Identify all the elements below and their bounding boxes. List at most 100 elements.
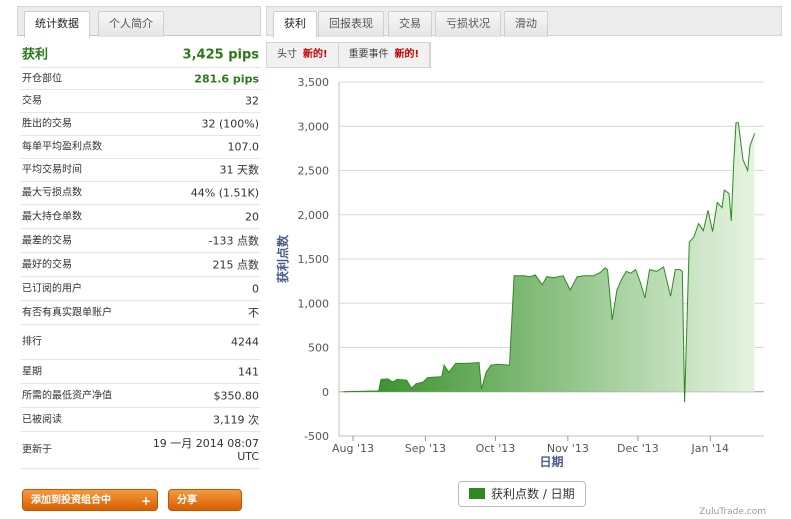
stat-value: 20 bbox=[245, 210, 259, 223]
tab-drawdown[interactable]: 亏损状况 bbox=[435, 11, 501, 37]
y-tick-label: 2,000 bbox=[298, 209, 330, 222]
stat-value: 32 (100%) bbox=[201, 117, 259, 131]
tab-slippage[interactable]: 滑动 bbox=[504, 11, 548, 37]
subtab-positions-label: 头寸 bbox=[277, 49, 297, 60]
stat-rows: 开仓部位 281.6 pips 交易 32 胜出的交易 32 (100%) 每单平均盈利点数… bbox=[20, 68, 261, 469]
stat-label: 胜出的交易 bbox=[22, 118, 72, 130]
sub-tab-bar: 头寸 新的! 重要事件 新的! bbox=[266, 42, 432, 68]
stat-value: 3,425 pips bbox=[182, 47, 259, 62]
chart-panel: 获利 回报表现 交易 亏损状况 滑动 头寸 新的! 重要事件 新的! -500 0 500… bbox=[266, 6, 782, 519]
stat-row: 排行 4244 bbox=[20, 325, 261, 360]
stat-value: 31 天数 bbox=[219, 163, 260, 177]
legend-label: 获利点数 / 日期 bbox=[491, 487, 575, 501]
tab-profit[interactable]: 获利 bbox=[273, 11, 317, 38]
stat-row-profit: 获利 3,425 pips bbox=[20, 42, 261, 68]
stat-row: 胜出的交易 32 (100%) bbox=[20, 113, 261, 136]
stat-label: 所需的最低资产净值 bbox=[22, 390, 112, 401]
stat-row: 有否有真实跟单账户 不 bbox=[20, 301, 261, 325]
add-to-portfolio-button[interactable]: 添加到投资组合中 + bbox=[22, 489, 158, 511]
page-root: 统计数据 个人简介 获利 3,425 pips 开仓部位 281.6 pips 交易… bbox=[0, 0, 791, 519]
stat-label: 星期 bbox=[22, 366, 42, 377]
stat-label: 交易 bbox=[22, 95, 42, 107]
stat-value: 0 bbox=[252, 282, 259, 295]
stat-value: 215 点数 bbox=[212, 258, 260, 271]
x-axis-title: 日期 bbox=[539, 454, 563, 469]
stat-row: 最好的交易 215 点数 bbox=[20, 253, 261, 277]
tab-performance[interactable]: 回报表现 bbox=[318, 11, 384, 37]
y-tick-label: 1,000 bbox=[298, 297, 330, 310]
chart-tab-bar: 获利 回报表现 交易 亏损状况 滑动 bbox=[266, 6, 782, 38]
stat-value: 141 bbox=[238, 365, 259, 378]
y-tick-label: 3,000 bbox=[298, 120, 330, 133]
left-tab-bar: 统计数据 个人简介 bbox=[17, 6, 261, 38]
x-tick-label: Oct '13 bbox=[476, 442, 516, 455]
stat-label: 有否有真实跟单账户 bbox=[22, 307, 112, 318]
x-tick-label: Jan '14 bbox=[691, 442, 729, 455]
new-badge: 新的! bbox=[303, 49, 328, 60]
stat-row: 开仓部位 281.6 pips bbox=[20, 68, 261, 90]
stat-value: 32 bbox=[245, 94, 259, 108]
stat-label: 开仓部位 bbox=[22, 73, 62, 84]
stat-row: 每单平均盈利点数 107.0 bbox=[20, 136, 261, 159]
share-label: 分享 bbox=[177, 495, 197, 506]
area-fill bbox=[343, 122, 755, 403]
stat-value: 不 bbox=[248, 306, 259, 319]
stat-label: 最大持仓单数 bbox=[22, 211, 82, 222]
stat-label: 平均交易时间 bbox=[22, 164, 82, 176]
y-tick-label: 1,500 bbox=[298, 253, 330, 266]
y-axis-title: 获利点数 bbox=[275, 234, 290, 284]
stat-row: 交易 32 bbox=[20, 90, 261, 113]
x-tick-label: Dec '13 bbox=[617, 442, 659, 455]
stat-label: 已订阅的用户 bbox=[22, 283, 82, 294]
tab-profile[interactable]: 个人简介 bbox=[98, 11, 164, 37]
stat-row: 更新于 19 一月 2014 08:07 UTC bbox=[20, 432, 261, 469]
stat-row: 已被阅读 3,119 次 bbox=[20, 408, 261, 432]
trader-stats-panel: 统计数据 个人简介 获利 3,425 pips 开仓部位 281.6 pips 交易… bbox=[17, 6, 261, 519]
stat-label: 最好的交易 bbox=[22, 259, 72, 270]
stat-value: -133 点数 bbox=[208, 234, 259, 247]
stat-label: 每单平均盈利点数 bbox=[22, 141, 102, 153]
subtab-events[interactable]: 重要事件 新的! bbox=[339, 43, 431, 67]
stat-label: 已被阅读 bbox=[22, 414, 62, 425]
stat-label: 更新于 bbox=[22, 444, 52, 456]
new-badge: 新的! bbox=[394, 49, 420, 60]
x-tick-label: Nov '13 bbox=[547, 442, 589, 455]
x-tick-label: Sep '13 bbox=[405, 442, 446, 455]
stat-value: 19 一月 2014 08:07 UTC bbox=[152, 437, 259, 463]
add-to-portfolio-label: 添加到投资组合中 bbox=[31, 495, 111, 506]
stat-value: 3,119 次 bbox=[213, 413, 259, 426]
stats-table: 获利 3,425 pips 开仓部位 281.6 pips 交易 32 胜出的交易 32 … bbox=[20, 42, 261, 469]
share-button[interactable]: 分享 bbox=[168, 489, 242, 511]
stat-value: 107.0 bbox=[227, 140, 260, 154]
legend-swatch bbox=[469, 488, 485, 499]
stat-row: 最大亏损点数 44% (1.51K) bbox=[20, 182, 261, 205]
stat-value: 281.6 pips bbox=[194, 72, 259, 85]
stat-value: 4244 bbox=[231, 335, 259, 349]
tab-trades[interactable]: 交易 bbox=[388, 11, 432, 37]
plus-icon: + bbox=[140, 494, 151, 508]
y-tick-label: 3,500 bbox=[298, 76, 330, 89]
y-tick-label: 2,500 bbox=[298, 165, 330, 178]
stat-label: 最差的交易 bbox=[22, 235, 72, 246]
stat-value: 44% (1.51K) bbox=[190, 186, 259, 200]
stat-row: 星期 141 bbox=[20, 360, 261, 384]
stat-label: 排行 bbox=[22, 336, 42, 348]
stat-row: 最大持仓单数 20 bbox=[20, 205, 261, 229]
tab-statistics[interactable]: 统计数据 bbox=[24, 11, 90, 38]
subtab-events-label: 重要事件 bbox=[348, 49, 389, 60]
stat-value: $350.80 bbox=[213, 389, 260, 402]
subtab-positions[interactable]: 头寸 新的! bbox=[267, 43, 339, 67]
stat-row: 平均交易时间 31 天数 bbox=[20, 159, 261, 182]
stat-row: 所需的最低资产净值 $350.80 bbox=[20, 384, 261, 408]
y-tick-label: 0 bbox=[322, 386, 329, 399]
stat-row: 已订阅的用户 0 bbox=[20, 277, 261, 301]
y-tick-label: -500 bbox=[304, 430, 329, 443]
profit-area-chart: -500 0 500 1,000 1,500 2,000 2,500 3,000 3,500 Au… bbox=[275, 76, 764, 469]
stat-label: 最大亏损点数 bbox=[22, 187, 82, 199]
y-tick-label: 500 bbox=[308, 342, 329, 355]
x-tick-label: Aug '13 bbox=[332, 442, 374, 455]
stat-row: 最差的交易 -133 点数 bbox=[20, 229, 261, 253]
watermark: ZuluTrade.com bbox=[699, 507, 766, 517]
chart-legend[interactable]: 获利点数 / 日期 bbox=[458, 481, 586, 507]
stat-label: 获利 bbox=[22, 47, 49, 62]
